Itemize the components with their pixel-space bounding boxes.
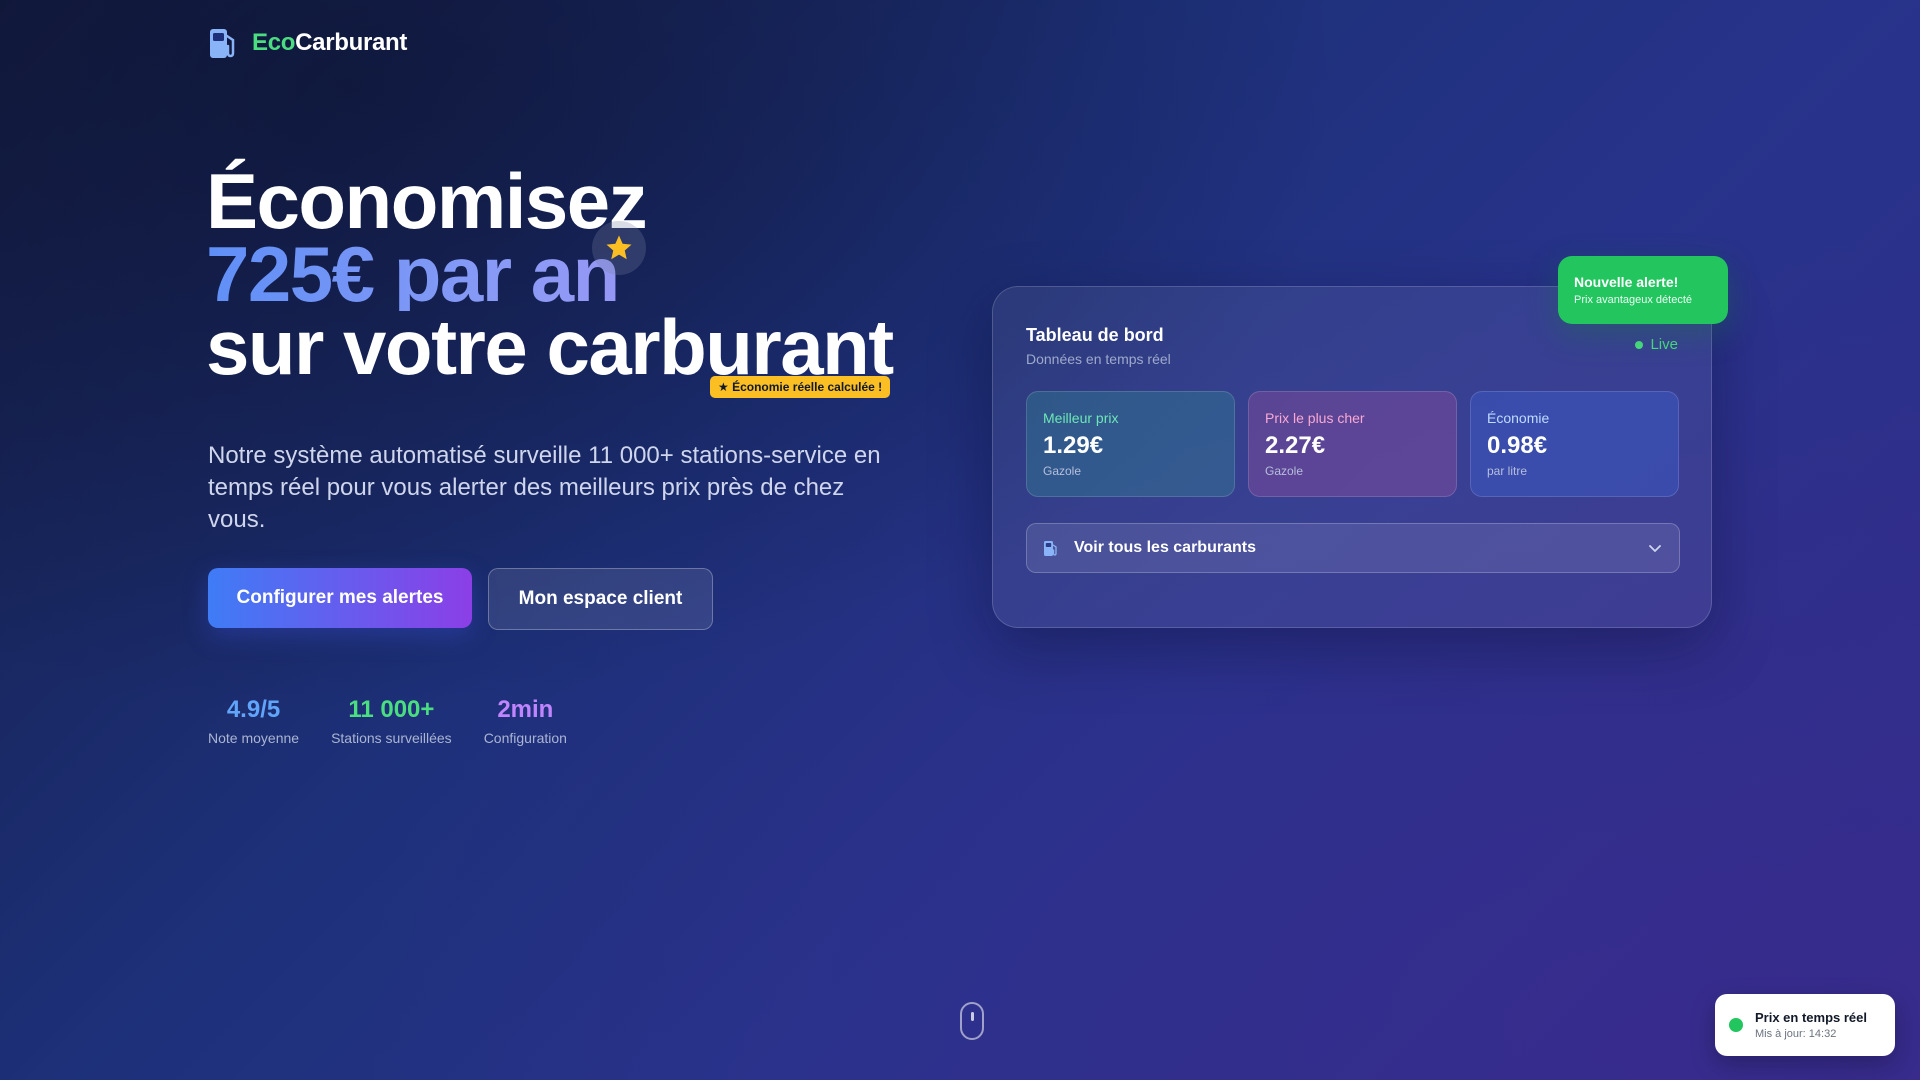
alert-title: Nouvelle alerte! — [1574, 274, 1679, 290]
card-note: Gazole — [1265, 464, 1304, 478]
fuel-pump-icon — [210, 29, 235, 58]
stat-value: 4.9/5 — [226, 696, 281, 723]
stat-label: Stations surveillées — [331, 730, 452, 746]
star-icon — [606, 235, 632, 260]
fuel-pump-icon — [1044, 540, 1057, 556]
brand-prefix: Eco — [252, 29, 296, 56]
toast-title: Prix en temps réel — [1755, 1010, 1867, 1025]
dashboard-subtitle: Données en temps réel — [1026, 351, 1171, 367]
hero-description: Notre système automatisé surveille 11 00… — [208, 442, 881, 533]
stat-stations: 11 000+ Stations surveillées — [331, 696, 452, 746]
live-label: Live — [1650, 336, 1678, 353]
best-price-card: Meilleur prix 1.29€ Gazole — [1026, 391, 1235, 497]
hero-line-1: Économisez — [206, 157, 648, 245]
new-alert-notification[interactable]: Nouvelle alerte! Prix avantageux détecté — [1558, 256, 1728, 324]
hero-title: Économisez 725€ par an sur votre carbura… — [206, 157, 894, 391]
live-indicator: Live — [1635, 336, 1678, 353]
stats-row: 4.9/5 Note moyenne 11 000+ Stations surv… — [208, 696, 567, 746]
brand-logo[interactable]: EcoCarburant — [208, 26, 407, 60]
card-value: 2.27€ — [1265, 432, 1326, 459]
stat-label: Configuration — [483, 730, 567, 746]
savings-badge: ★ Économie réelle calculée ! — [710, 376, 891, 398]
toast-body: Prix en temps réel Mis à jour: 14:32 — [1755, 1010, 1867, 1040]
dropdown-label: Voir tous les carburants — [1074, 539, 1256, 556]
scroll-mouse-icon[interactable] — [960, 1002, 984, 1040]
live-dot-icon — [1635, 340, 1644, 349]
configure-alerts-button[interactable]: Configurer mes alertes — [208, 568, 472, 628]
card-note: par litre — [1487, 464, 1528, 478]
highest-price-card: Prix le plus cher 2.27€ Gazole — [1248, 391, 1457, 497]
card-label: Économie — [1487, 410, 1550, 426]
brand-suffix: Carburant — [295, 29, 408, 56]
alert-subtitle: Prix avantageux détecté — [1574, 294, 1693, 306]
toast-subtitle: Mis à jour: 14:32 — [1755, 1028, 1837, 1040]
stat-rating: 4.9/5 Note moyenne — [208, 696, 299, 746]
mouse-wheel — [971, 1012, 974, 1021]
client-space-button[interactable]: Mon espace client — [488, 568, 713, 630]
card-value: 0.98€ — [1487, 432, 1548, 459]
dashboard-card: Tableau de bord Données en temps réel Li… — [992, 286, 1712, 628]
card-value: 1.29€ — [1043, 432, 1104, 459]
brand-name: EcoCarburant — [252, 29, 407, 57]
card-label: Prix le plus cher — [1265, 410, 1365, 426]
chevron-down-icon — [1649, 545, 1661, 552]
status-dot-icon — [1729, 1018, 1743, 1032]
dashboard-title: Tableau de bord — [1026, 325, 1164, 345]
card-label: Meilleur prix — [1043, 410, 1119, 426]
stat-value: 2min — [497, 696, 554, 723]
stat-setup-time: 2min Configuration — [484, 696, 567, 746]
price-cards: Meilleur prix 1.29€ Gazole Prix le plus … — [1026, 391, 1679, 497]
realtime-toast[interactable]: Prix en temps réel Mis à jour: 14:32 — [1715, 994, 1895, 1056]
card-note: Gazole — [1043, 464, 1082, 478]
stat-value: 11 000+ — [348, 696, 435, 723]
hero-line-3: sur votre carburant — [206, 303, 894, 391]
fuel-types-dropdown[interactable]: Voir tous les carburants — [1026, 523, 1680, 573]
savings-card: Économie 0.98€ par litre — [1470, 391, 1679, 497]
star-bubble — [592, 221, 646, 275]
stat-label: Note moyenne — [208, 730, 300, 746]
hero-line-2: 725€ par an — [206, 235, 893, 313]
